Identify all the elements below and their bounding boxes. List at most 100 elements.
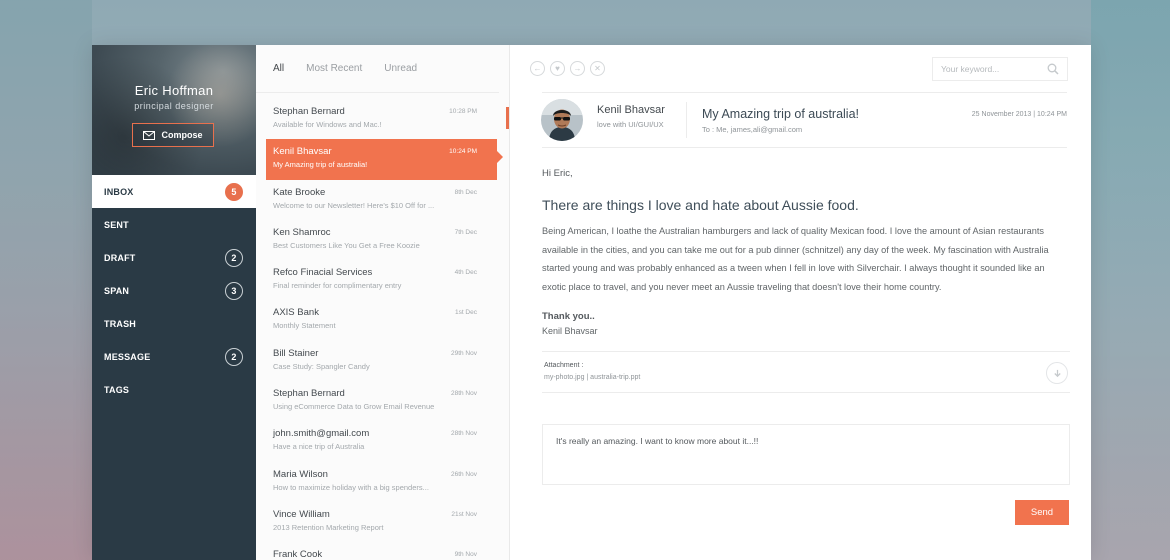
- mail-sender: AXIS Bank: [273, 307, 319, 319]
- nav-label: TRASH: [104, 318, 136, 329]
- count-badge: 3: [225, 281, 243, 300]
- message-actions: ← ♥ → ✕: [530, 61, 605, 76]
- sender-role: love with UI/GUI/UX: [597, 120, 664, 129]
- mail-date: 28th Nov: [450, 390, 477, 398]
- mail-date: 29th Nov: [450, 349, 477, 357]
- mail-item[interactable]: Vince William 2013 Retention Marketing Re…: [256, 502, 497, 542]
- download-icon[interactable]: [1046, 362, 1068, 384]
- mail-subject: Final reminder for complimentary entry: [273, 281, 402, 291]
- nav-label: SENT: [104, 219, 129, 230]
- reply-icon[interactable]: ←: [530, 61, 545, 76]
- subject-block: My Amazing trip of australia! To : Me, j…: [702, 107, 859, 134]
- sender-name: Kenil Bhavsar: [597, 104, 665, 116]
- nav-item-message[interactable]: MESSAGE 2: [92, 340, 256, 373]
- mail-subject: Case Study: Spangler Candy: [273, 361, 370, 371]
- count-badge: 5: [225, 182, 243, 201]
- nav-item-span[interactable]: SPAN 3: [92, 274, 256, 307]
- attachment-files[interactable]: my-photo.jpg | australia-trip.ppt: [544, 374, 1070, 381]
- mail-item[interactable]: john.smith@gmail.com Have a nice trip of …: [256, 421, 497, 461]
- mail-date: 10:28 PM: [449, 108, 477, 115]
- search-input[interactable]: [941, 63, 1047, 74]
- sidebar: Eric Hoffman principal designer Compose …: [92, 45, 256, 560]
- mail-date: 10:24 PM: [449, 148, 477, 156]
- mail-item[interactable]: Stephan Bernard Available for Windows and…: [256, 99, 497, 139]
- profile-header: Eric Hoffman principal designer Compose: [92, 45, 256, 175]
- folder-nav: INBOX 5 SENT DRAFT 2 SPAN 3 TRASH MESSAGE 2 …: [92, 175, 256, 406]
- mail-sender: Stephan Bernard: [273, 106, 345, 117]
- reply-textarea[interactable]: It's really an amazing. I want to know m…: [542, 424, 1070, 485]
- mail-item[interactable]: Ken Shamroc Best Customers Like You Get a…: [256, 220, 497, 260]
- mail-date: 9th Nov: [454, 551, 477, 559]
- nav-label: MESSAGE: [104, 351, 151, 362]
- tab-all[interactable]: All: [273, 63, 284, 74]
- nav-item-tags[interactable]: TAGS: [92, 373, 256, 406]
- send-button[interactable]: Send: [1015, 500, 1069, 525]
- mail-sender: Stephan Bernard: [273, 388, 345, 400]
- forward-icon[interactable]: →: [570, 61, 585, 76]
- background-right: [1091, 0, 1170, 560]
- mail-date: 7th Dec: [454, 228, 477, 236]
- mail-sender: Vince William: [273, 508, 330, 520]
- mail-subject: My Amazing trip of australia!: [273, 160, 368, 170]
- background-left: [0, 0, 92, 560]
- mail-item[interactable]: Kenil Bhavsar My Amazing trip of australi…: [266, 139, 503, 180]
- nav-label: SPAN: [104, 285, 130, 296]
- mail-date: 8th Dec: [454, 188, 477, 196]
- list-tabs: All Most Recent Unread: [256, 45, 499, 93]
- message-headline: There are things I love and hate about A…: [542, 197, 859, 213]
- message-date: 25 November 2013 | 10:24 PM: [971, 111, 1067, 118]
- mail-item[interactable]: Stephan Bernard Using eCommerce Data to G…: [256, 381, 497, 421]
- tab-most-recent[interactable]: Most Recent: [306, 63, 362, 74]
- message-header: Kenil Bhavsar love with UI/GUI/UX My Ama…: [541, 93, 1067, 148]
- count-badge: 2: [225, 248, 243, 267]
- compose-button[interactable]: Compose: [132, 123, 214, 147]
- profile-name: Eric Hoffman: [134, 83, 214, 98]
- mail-app: Eric Hoffman principal designer Compose …: [92, 45, 1091, 560]
- mail-subject: Available for Windows and Mac.!: [273, 120, 382, 129]
- tab-unread[interactable]: Unread: [384, 63, 417, 74]
- mail-list-panel: All Most Recent Unread Stephan Bernard Av…: [256, 45, 510, 560]
- sender-avatar: [541, 99, 583, 141]
- mail-subject: 2013 Retention Marketing Report: [273, 522, 384, 532]
- mail-item[interactable]: Maria Wilson How to maximize holiday with…: [256, 462, 497, 502]
- nav-item-draft[interactable]: DRAFT 2: [92, 241, 256, 274]
- mail-sender: Maria Wilson: [273, 468, 328, 480]
- mail-date: 21st Nov: [451, 510, 477, 518]
- mail-item[interactable]: AXIS Bank Monthly Statement 1st Dec: [256, 300, 497, 340]
- mail-date: 1st Dec: [454, 309, 477, 317]
- mail-list: Stephan Bernard Available for Windows and…: [256, 99, 509, 560]
- mail-sender: Kenil Bhavsar: [273, 146, 332, 158]
- mail-date: 26th Nov: [450, 470, 477, 478]
- mail-item[interactable]: Kate Brooke Welcome to our Newsletter! He…: [256, 180, 497, 220]
- mail-subject: Monthly Statement: [273, 321, 336, 331]
- nav-item-inbox[interactable]: INBOX 5: [92, 175, 256, 208]
- scrollbar-thumb[interactable]: [506, 107, 509, 129]
- message-signature: Kenil Bhavsar: [542, 326, 598, 336]
- count-badge: 2: [225, 347, 243, 366]
- nav-label: TAGS: [104, 384, 130, 395]
- favorite-icon[interactable]: ♥: [550, 61, 565, 76]
- mail-item[interactable]: Refco Finacial Services Final reminder fo…: [256, 260, 497, 300]
- mail-item[interactable]: Bill Stainer Case Study: Spangler Candy 29…: [256, 341, 497, 381]
- mail-item[interactable]: Frank Cook 9th Nov: [256, 542, 497, 560]
- mail-sender: Ken Shamroc: [273, 226, 331, 238]
- mail-sender: Bill Stainer: [273, 347, 319, 359]
- compose-label: Compose: [161, 130, 203, 140]
- message-subject: My Amazing trip of australia!: [702, 106, 860, 121]
- attachment-label: Attachment :: [544, 362, 584, 369]
- nav-item-sent[interactable]: SENT: [92, 208, 256, 241]
- mail-subject: Best Customers Like You Get a Free Koozi…: [273, 240, 420, 250]
- message-paragraph: Being American, I loathe the Australian …: [542, 226, 1049, 292]
- message-recipients: To : Me, james,ali@gmail.com: [702, 124, 803, 134]
- mail-sender: john.smith@gmail.com: [273, 428, 370, 440]
- mail-sender: Frank Cook: [273, 549, 323, 560]
- search-icon[interactable]: [1047, 63, 1059, 75]
- attachments: Attachment : my-photo.jpg | australia-tr…: [542, 351, 1070, 393]
- mail-subject: Using eCommerce Data to Grow Email Reven…: [273, 402, 435, 412]
- message-thanks: Thank you..: [542, 311, 595, 322]
- mail-date: 28th Nov: [450, 430, 477, 438]
- envelope-icon: [143, 130, 156, 140]
- nav-item-trash[interactable]: TRASH: [92, 307, 256, 340]
- mail-sender: Kate Brooke: [273, 186, 326, 198]
- close-icon[interactable]: ✕: [590, 61, 605, 76]
